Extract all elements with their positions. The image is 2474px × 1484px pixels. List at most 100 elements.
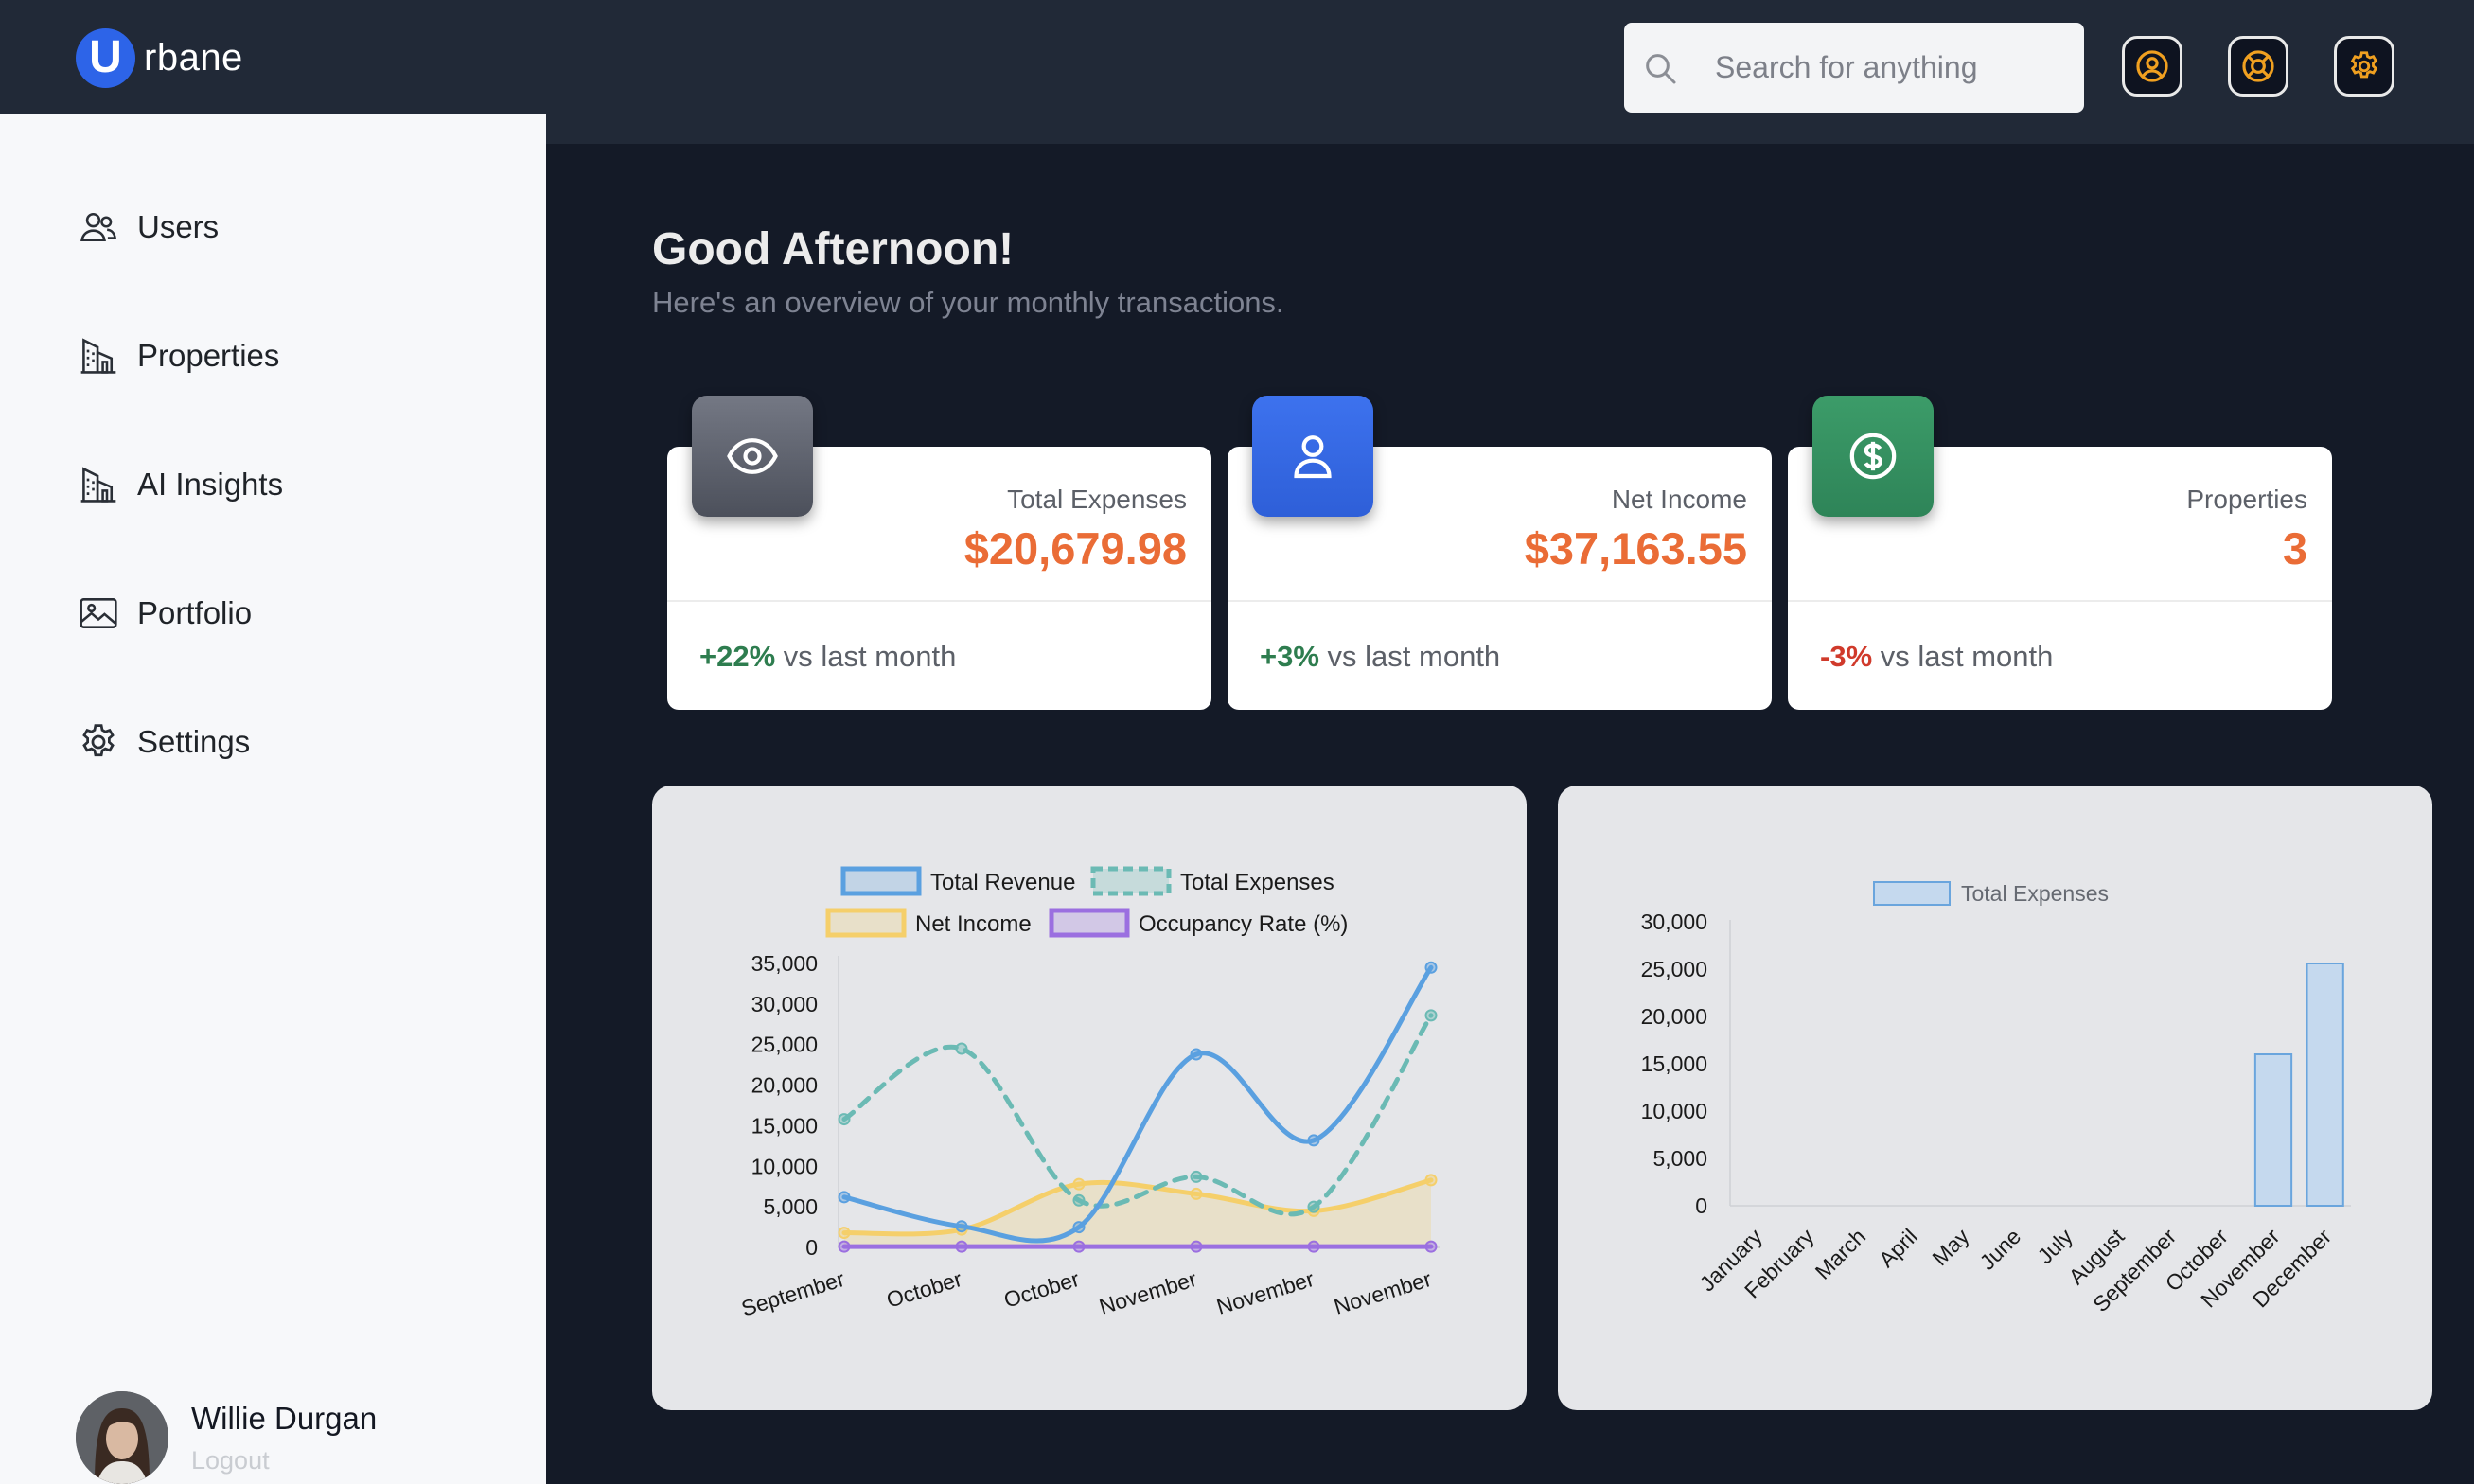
sidebar-item-portfolio[interactable]: Portfolio — [78, 585, 252, 642]
y-tick-label: 25,000 — [751, 1033, 818, 1057]
building-icon — [78, 464, 119, 505]
y-tick-label: 30,000 — [751, 992, 818, 1016]
card-divider — [1228, 600, 1772, 602]
card-change: +3% — [1260, 640, 1319, 673]
card-icon-badge — [692, 396, 813, 517]
sidebar-item-label: Portfolio — [137, 595, 253, 630]
card-icon-badge — [1252, 396, 1373, 517]
y-tick-label: 15,000 — [751, 1113, 818, 1138]
card-divider — [667, 600, 1211, 602]
y-tick-label: 0 — [1695, 1193, 1707, 1218]
y-tick-label: 5,000 — [763, 1194, 818, 1219]
data-point — [838, 1240, 851, 1253]
bar-chart-panel: 30,000 25,000 20,000 15,000 10,000 5,000 0 Tota… — [1558, 786, 2432, 1410]
y-tick-label: 35,000 — [751, 951, 818, 976]
stat-card-net-income: Net Income $37,163.55 +3% vs last month — [1228, 396, 1772, 710]
user-icon — [1286, 430, 1339, 483]
y-tick-label: 10,000 — [751, 1154, 818, 1178]
data-point — [955, 1220, 968, 1233]
sidebar-item-label: Properties — [137, 338, 280, 373]
y-tick-label: 25,000 — [1641, 957, 1707, 981]
users-icon — [78, 206, 119, 248]
card-value: 3 — [2282, 523, 2307, 574]
data-point — [1307, 1240, 1320, 1253]
logout-link[interactable]: Logout — [191, 1446, 377, 1475]
logo-text: rbane — [144, 36, 243, 79]
y-tick-label: 15,000 — [1641, 1051, 1707, 1076]
card-footer: +3% vs last month — [1260, 640, 1500, 674]
line-chart: 35,000 30,000 25,000 20,000 15,000 10,000 5,00… — [738, 866, 1440, 1321]
y-tick-label: 20,000 — [1641, 1004, 1707, 1029]
x-tick-label: November — [1096, 1266, 1199, 1319]
legend-swatch — [840, 866, 922, 896]
card-title: Net Income — [1611, 485, 1747, 514]
data-point — [1190, 1048, 1203, 1061]
data-point — [1424, 1174, 1438, 1187]
data-point — [1190, 1170, 1203, 1183]
app-logo[interactable]: U rbane — [76, 21, 243, 95]
card-divider — [1788, 600, 2332, 602]
search-input[interactable] — [1715, 23, 2075, 113]
card-footer: +22% vs last month — [699, 640, 956, 674]
x-tick-label: March — [1811, 1224, 1871, 1284]
bar — [2306, 963, 2344, 1207]
data-point — [838, 1191, 851, 1204]
data-point — [1072, 1221, 1086, 1234]
user-profile: Willie Durgan Logout — [76, 1391, 377, 1484]
x-tick-label: September — [738, 1266, 848, 1321]
search-box[interactable] — [1624, 23, 2084, 113]
data-point — [955, 1042, 968, 1055]
lifebuoy-icon — [2240, 48, 2276, 84]
stat-card-properties: Properties 3 -3% vs last month — [1788, 396, 2332, 710]
card-value: $20,679.98 — [963, 523, 1187, 574]
card-footer: -3% vs last month — [1820, 640, 2053, 674]
data-point — [838, 1227, 851, 1240]
card-value: $37,163.55 — [1524, 523, 1747, 574]
legend-label: Total Expenses — [1961, 881, 2109, 906]
legend-label: Total Revenue — [930, 870, 1075, 895]
legend-label: Occupancy Rate (%) — [1139, 911, 1348, 937]
net-income-area — [844, 1179, 1431, 1247]
sidebar-item-users[interactable]: Users — [78, 199, 219, 256]
sidebar: Users Properties AI Insights Portfolio S… — [0, 114, 546, 1484]
x-tick-label: October — [884, 1266, 965, 1313]
help-button[interactable] — [2228, 36, 2288, 97]
data-point — [1190, 1187, 1203, 1200]
data-point — [1072, 1240, 1086, 1253]
card-change-text: vs last month — [1880, 640, 2054, 673]
x-tick-label: November — [1213, 1266, 1317, 1319]
legend-swatch — [1090, 866, 1172, 896]
sidebar-item-properties[interactable]: Properties — [78, 327, 279, 384]
gear-icon — [78, 721, 119, 763]
y-tick-label: 20,000 — [751, 1073, 818, 1098]
card-change-text: vs last month — [1327, 640, 1501, 673]
profile-button[interactable] — [2122, 36, 2182, 97]
line-chart-panel: 35,000 30,000 25,000 20,000 15,000 10,000 5,00… — [652, 786, 1527, 1410]
legend-label: Net Income — [915, 911, 1032, 937]
sidebar-item-ai-insights[interactable]: AI Insights — [78, 456, 283, 513]
eye-icon — [726, 430, 779, 483]
data-point — [838, 1113, 851, 1126]
settings-button[interactable] — [2334, 36, 2394, 97]
card-change-text: vs last month — [783, 640, 957, 673]
user-name: Willie Durgan — [191, 1400, 378, 1436]
y-tick-label: 30,000 — [1641, 910, 1707, 934]
legend-label: Total Expenses — [1180, 870, 1334, 895]
avatar[interactable] — [76, 1391, 168, 1484]
x-tick-label: May — [1927, 1224, 1973, 1270]
card-title: Total Expenses — [1007, 485, 1187, 514]
x-tick-label: November — [1331, 1266, 1434, 1319]
x-tick-label: October — [1001, 1266, 1083, 1313]
card-change: +22% — [699, 640, 776, 673]
data-point — [955, 1240, 968, 1253]
logo-badge: U — [76, 27, 135, 88]
sidebar-item-settings[interactable]: Settings — [78, 714, 250, 770]
building-icon — [78, 335, 119, 377]
y-tick-label: 5,000 — [1652, 1146, 1707, 1171]
page-title: Good Afternoon! — [652, 224, 1015, 274]
legend-swatch — [825, 908, 907, 938]
sidebar-item-label: Settings — [137, 724, 251, 759]
user-info: Willie Durgan Logout — [191, 1401, 377, 1475]
data-point — [1072, 1193, 1086, 1207]
sidebar-item-label: AI Insights — [137, 467, 284, 502]
